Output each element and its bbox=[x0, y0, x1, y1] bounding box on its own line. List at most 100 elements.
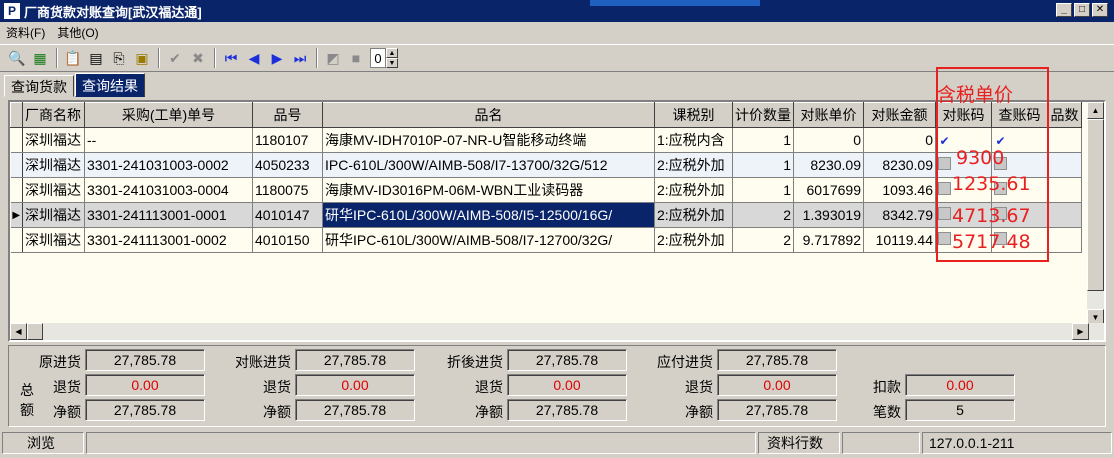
page-stepper[interactable]: 0 ▲ ▼ bbox=[370, 48, 398, 68]
menu-data[interactable]: 资料(F) bbox=[0, 24, 51, 41]
row-selector[interactable] bbox=[10, 152, 23, 178]
cell-amount[interactable]: 0 bbox=[863, 127, 936, 153]
cell-order[interactable]: 3301-241113001-0001 bbox=[84, 202, 253, 228]
checkmark-icon[interactable]: ✔ bbox=[938, 135, 951, 148]
column-header[interactable]: 品号 bbox=[252, 102, 323, 128]
row-selector[interactable] bbox=[10, 127, 23, 153]
cell-amount[interactable]: 1093.46 bbox=[863, 177, 936, 203]
cell-code[interactable]: 4010147 bbox=[252, 202, 323, 228]
cancel-icon[interactable]: ✖ bbox=[187, 47, 209, 69]
table-row[interactable]: 深圳福达 3301-241031003-0004 1180075 海康MV-ID… bbox=[10, 177, 1082, 203]
vertical-scroll-thumb[interactable] bbox=[1087, 119, 1104, 291]
row-selector[interactable] bbox=[10, 177, 23, 203]
checkbox[interactable] bbox=[938, 207, 951, 220]
row-selector[interactable] bbox=[10, 227, 23, 253]
cell-amount[interactable]: 8342.79 bbox=[863, 202, 936, 228]
horizontal-scroll-thumb[interactable] bbox=[27, 323, 43, 340]
cell-count[interactable] bbox=[1047, 202, 1082, 228]
cell-order[interactable]: -- bbox=[84, 127, 253, 153]
cell-amount[interactable]: 8230.09 bbox=[863, 152, 936, 178]
table-row-current[interactable]: ▶ 深圳福达 3301-241113001-0001 4010147 研华IPC… bbox=[10, 202, 1082, 228]
cell-price[interactable]: 8230.09 bbox=[793, 152, 864, 178]
cell-order[interactable]: 3301-241031003-0004 bbox=[84, 177, 253, 203]
table-row[interactable]: 深圳福达 3301-241113001-0002 4010150 研华IPC-6… bbox=[10, 227, 1082, 253]
cell-vendor[interactable]: 深圳福达 bbox=[22, 152, 85, 178]
cell-vendor[interactable]: 深圳福达 bbox=[22, 127, 85, 153]
cell-qty[interactable]: 1 bbox=[732, 177, 794, 203]
scroll-up-icon[interactable]: ▲ bbox=[1087, 102, 1104, 119]
cell-order[interactable]: 3301-241031003-0002 bbox=[84, 152, 253, 178]
column-header[interactable]: 品名 bbox=[322, 102, 655, 128]
previous-record-icon[interactable]: ◀ bbox=[243, 47, 265, 69]
cell-amount[interactable]: 10119.44 bbox=[863, 227, 936, 253]
cell-qty[interactable]: 1 bbox=[732, 127, 794, 153]
cell-tax[interactable]: 2:应税外加 bbox=[654, 227, 733, 253]
first-record-icon[interactable]: ⏮ bbox=[220, 47, 242, 69]
cell-tax[interactable]: 2:应税外加 bbox=[654, 177, 733, 203]
cell-tax[interactable]: 1:应税内含 bbox=[654, 127, 733, 153]
cell-count[interactable] bbox=[1047, 177, 1082, 203]
column-header[interactable]: 对账单价 bbox=[793, 102, 864, 128]
vertical-scrollbar[interactable]: ▲ ▼ bbox=[1087, 102, 1104, 326]
tab-query-payment[interactable]: 查询货款 bbox=[4, 75, 74, 97]
last-record-icon[interactable]: ⏭ bbox=[289, 47, 311, 69]
cell-code[interactable]: 4010150 bbox=[252, 227, 323, 253]
maximize-button[interactable]: □ bbox=[1074, 3, 1090, 17]
cell-name[interactable]: 海康MV-IDH7010P-07-NR-U智能移动终端 bbox=[322, 127, 655, 153]
copy-icon[interactable]: ⎘ bbox=[108, 47, 130, 69]
cell-price[interactable]: 9.717892 bbox=[793, 227, 864, 253]
confirm-icon[interactable]: ✔ bbox=[164, 47, 186, 69]
checkbox[interactable] bbox=[938, 157, 951, 170]
cell-name[interactable]: IPC-610L/300W/AIMB-508/I7-13700/32G/512 bbox=[322, 152, 655, 178]
cell-count[interactable] bbox=[1047, 127, 1082, 153]
table-icon[interactable]: ▤ bbox=[85, 47, 107, 69]
cell-name[interactable]: 研华IPC-610L/300W/AIMB-508/I7-12700/32G/ bbox=[322, 227, 655, 253]
stop-icon[interactable]: ■ bbox=[345, 47, 367, 69]
scroll-left-icon[interactable]: ◀ bbox=[10, 323, 27, 340]
current-row-indicator-icon[interactable]: ▶ bbox=[10, 202, 23, 228]
cell-vendor[interactable]: 深圳福达 bbox=[22, 202, 85, 228]
page-stepper-value[interactable]: 0 bbox=[370, 48, 386, 68]
cell-vendor[interactable]: 深圳福达 bbox=[22, 177, 85, 203]
minimize-button[interactable]: _ bbox=[1056, 3, 1072, 17]
export-excel-icon[interactable]: ▦ bbox=[29, 47, 51, 69]
table-row[interactable]: 深圳福达 -- 1180107 海康MV-IDH7010P-07-NR-U智能移… bbox=[10, 127, 1082, 153]
column-header[interactable]: 课税别 bbox=[654, 102, 733, 128]
checkbox[interactable] bbox=[938, 232, 951, 245]
cell-order[interactable]: 3301-241113001-0002 bbox=[84, 227, 253, 253]
cell-vendor[interactable]: 深圳福达 bbox=[22, 227, 85, 253]
cell-code[interactable]: 1180107 bbox=[252, 127, 323, 153]
column-header[interactable]: 厂商名称 bbox=[22, 102, 85, 128]
cell-tax[interactable]: 2:应税外加 bbox=[654, 202, 733, 228]
scroll-right-icon[interactable]: ▶ bbox=[1072, 323, 1089, 340]
cell-code[interactable]: 4050233 bbox=[252, 152, 323, 178]
tab-query-result[interactable]: 查询结果 bbox=[75, 73, 145, 97]
cell-count[interactable] bbox=[1047, 227, 1082, 253]
cell-qty[interactable]: 2 bbox=[732, 202, 794, 228]
document-icon[interactable]: 📋 bbox=[62, 47, 84, 69]
cell-tax[interactable]: 2:应税外加 bbox=[654, 152, 733, 178]
print-preview-icon[interactable]: 🔍 bbox=[6, 47, 28, 69]
cell-code[interactable]: 1180075 bbox=[252, 177, 323, 203]
checkbox[interactable] bbox=[938, 182, 951, 195]
stepper-down-icon[interactable]: ▼ bbox=[386, 58, 398, 68]
table-row[interactable]: 深圳福达 3301-241031003-0002 4050233 IPC-610… bbox=[10, 152, 1082, 178]
calculator-icon[interactable]: ▣ bbox=[131, 47, 153, 69]
column-header[interactable]: 采购(工单)单号 bbox=[84, 102, 253, 128]
cell-qty[interactable]: 1 bbox=[732, 152, 794, 178]
column-header[interactable]: 对账金额 bbox=[863, 102, 936, 128]
edit-icon[interactable]: ◩ bbox=[322, 47, 344, 69]
stepper-up-icon[interactable]: ▲ bbox=[386, 48, 398, 58]
menu-other[interactable]: 其他(O) bbox=[51, 24, 104, 41]
cell-qty[interactable]: 2 bbox=[732, 227, 794, 253]
cell-count[interactable] bbox=[1047, 152, 1082, 178]
column-header[interactable]: 品数 bbox=[1047, 102, 1082, 128]
cell-name-selected[interactable]: 研华IPC-610L/300W/AIMB-508/I5-12500/16G/ bbox=[322, 202, 655, 228]
cell-price[interactable]: 6017699 bbox=[793, 177, 864, 203]
cell-name[interactable]: 海康MV-ID3016PM-06M-WBN工业读码器 bbox=[322, 177, 655, 203]
close-button[interactable]: ✕ bbox=[1092, 3, 1108, 17]
cell-price[interactable]: 0 bbox=[793, 127, 864, 153]
cell-price[interactable]: 1.393019 bbox=[793, 202, 864, 228]
column-header[interactable]: 计价数量 bbox=[732, 102, 794, 128]
horizontal-scrollbar[interactable]: ◀ ▶ bbox=[10, 323, 1104, 340]
